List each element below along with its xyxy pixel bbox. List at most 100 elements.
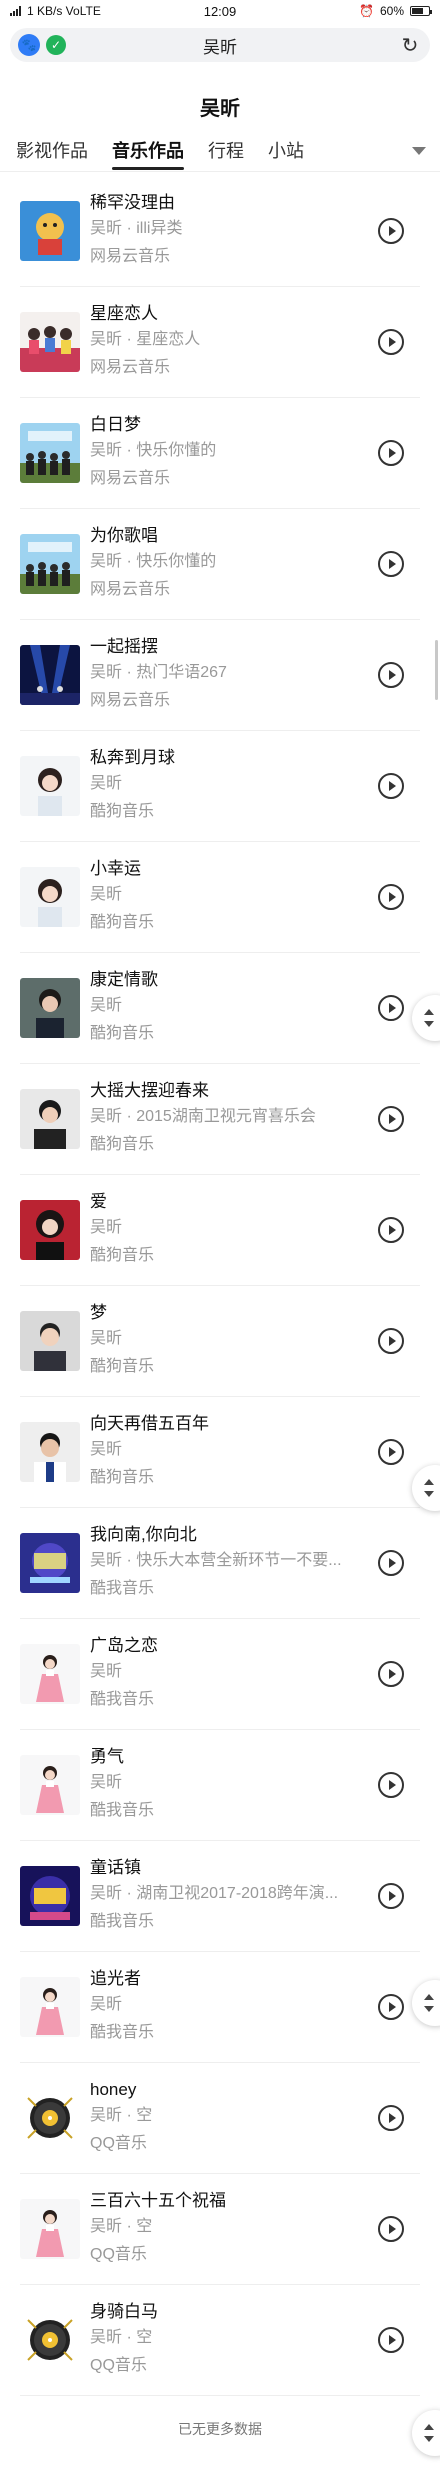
- album-cover[interactable]: [20, 645, 80, 705]
- status-bar: 1 KB/s VoLTE 12:09 ⏰ 60%: [0, 0, 440, 22]
- album-cover[interactable]: [20, 2310, 80, 2370]
- play-circle-icon[interactable]: [378, 1328, 404, 1354]
- play-circle-icon[interactable]: [378, 1661, 404, 1687]
- song-item[interactable]: 稀罕没理由 吴昕 · illi异类 网易云音乐: [20, 176, 420, 287]
- tab-music-works[interactable]: 音乐作品: [112, 130, 184, 171]
- play-circle-icon[interactable]: [378, 1217, 404, 1243]
- play-circle-icon[interactable]: [378, 773, 404, 799]
- refresh-icon[interactable]: ↻: [398, 33, 422, 57]
- song-item[interactable]: 一起摇摆 吴昕 · 热门华语267 网易云音乐: [20, 620, 420, 731]
- song-title[interactable]: 星座恋人: [90, 302, 420, 328]
- tab-station[interactable]: 小站: [268, 130, 304, 171]
- song-item[interactable]: 童话镇 吴昕 · 湖南卫视2017-2018跨年演... 酷我音乐: [20, 1841, 420, 1952]
- play-circle-icon[interactable]: [378, 1439, 404, 1465]
- scrollbar-thumb[interactable]: [435, 640, 438, 700]
- album-cover[interactable]: [20, 312, 80, 372]
- play-icon: [388, 1558, 396, 1568]
- play-circle-icon[interactable]: [378, 995, 404, 1021]
- album-cover[interactable]: [20, 867, 80, 927]
- song-title[interactable]: 童话镇: [90, 1856, 420, 1882]
- album-cover[interactable]: [20, 1755, 80, 1815]
- song-item[interactable]: 三百六十五个祝福 吴昕 · 空 QQ音乐: [20, 2174, 420, 2285]
- play-circle-icon[interactable]: [378, 1106, 404, 1132]
- album-cover[interactable]: [20, 1644, 80, 1704]
- song-title[interactable]: 身骑白马: [90, 2300, 420, 2326]
- song-title[interactable]: 勇气: [90, 1745, 420, 1771]
- song-item[interactable]: 星座恋人 吴昕 · 星座恋人 网易云音乐: [20, 287, 420, 398]
- song-title[interactable]: 为你歌唱: [90, 524, 420, 550]
- album-cover[interactable]: [20, 201, 80, 261]
- album-cover[interactable]: [20, 1200, 80, 1260]
- album-cover[interactable]: [20, 1977, 80, 2037]
- play-circle-icon[interactable]: [378, 1883, 404, 1909]
- shield-check-icon[interactable]: ✓: [46, 35, 66, 55]
- tab-film-works[interactable]: 影视作品: [16, 130, 88, 171]
- album-cover[interactable]: [20, 1866, 80, 1926]
- tab-dropdown-button[interactable]: [382, 130, 440, 171]
- song-item[interactable]: 爱吴昕 酷狗音乐: [20, 1175, 420, 1286]
- song-title[interactable]: 康定情歌: [90, 968, 420, 994]
- song-item[interactable]: 康定情歌 吴昕 酷狗音乐: [20, 953, 420, 1064]
- song-title[interactable]: 三百六十五个祝福: [90, 2189, 420, 2215]
- play-circle-icon[interactable]: [378, 2327, 404, 2353]
- song-title[interactable]: 追光者: [90, 1967, 420, 1993]
- album-cover[interactable]: [20, 423, 80, 483]
- play-circle-icon[interactable]: [378, 662, 404, 688]
- song-title[interactable]: 广岛之恋: [90, 1634, 420, 1660]
- address-bar-text[interactable]: 吴昕: [10, 33, 430, 58]
- album-cover[interactable]: [20, 534, 80, 594]
- song-title[interactable]: 梦: [90, 1301, 420, 1327]
- song-source: QQ音乐: [90, 2135, 147, 2152]
- play-circle-icon[interactable]: [378, 1550, 404, 1576]
- album-cover[interactable]: [20, 2199, 80, 2259]
- song-item[interactable]: 梦吴昕 酷狗音乐: [20, 1286, 420, 1397]
- song-title[interactable]: 小幸运: [90, 857, 420, 883]
- album-cover[interactable]: [20, 1311, 80, 1371]
- song-item[interactable]: 向天再借五百年 吴昕 酷狗音乐: [20, 1397, 420, 1508]
- album-cover[interactable]: [20, 1089, 80, 1149]
- song-item[interactable]: 勇气 吴昕 酷我音乐: [20, 1730, 420, 1841]
- song-title[interactable]: honey: [90, 2078, 420, 2104]
- song-title[interactable]: 私奔到月球: [90, 746, 420, 772]
- song-title[interactable]: 向天再借五百年: [90, 1412, 420, 1438]
- album-cover[interactable]: [20, 1533, 80, 1593]
- play-circle-icon[interactable]: [378, 440, 404, 466]
- play-circle-icon[interactable]: [378, 329, 404, 355]
- play-circle-icon[interactable]: [378, 2216, 404, 2242]
- song-item[interactable]: 追光者 吴昕 酷我音乐: [20, 1952, 420, 2063]
- tab-schedule[interactable]: 行程: [208, 130, 244, 171]
- song-item[interactable]: 小幸运 吴昕 酷狗音乐: [20, 842, 420, 953]
- play-circle-icon[interactable]: [378, 218, 404, 244]
- song-item[interactable]: honey 吴昕 · 空 QQ音乐: [20, 2063, 420, 2174]
- play-circle-icon[interactable]: [378, 2105, 404, 2131]
- play-icon: [388, 559, 396, 569]
- song-meta: 星座恋人 吴昕 · 星座恋人 网易云音乐: [90, 302, 420, 382]
- song-title[interactable]: 爱: [90, 1190, 420, 1216]
- album-cover[interactable]: [20, 2088, 80, 2148]
- song-meta: 向天再借五百年 吴昕 酷狗音乐: [90, 1412, 420, 1492]
- play-circle-icon[interactable]: [378, 551, 404, 577]
- song-title[interactable]: 稀罕没理由: [90, 191, 420, 217]
- song-title[interactable]: 大摇大摆迎春来: [90, 1079, 420, 1105]
- song-source: 网易云音乐: [90, 581, 171, 598]
- song-item[interactable]: 私奔到月球 吴昕 酷狗音乐: [20, 731, 420, 842]
- song-title[interactable]: 白日梦: [90, 413, 420, 439]
- song-title[interactable]: 我向南,你向北: [90, 1523, 420, 1549]
- song-item[interactable]: 为你歌唱 吴昕 · 快乐你懂的 网易云音乐: [20, 509, 420, 620]
- album-cover[interactable]: [20, 1422, 80, 1482]
- song-item[interactable]: 大摇大摆迎春来 吴昕 · 2015湖南卫视元宵喜乐会 酷狗音乐: [20, 1064, 420, 1175]
- song-item[interactable]: 广岛之恋 吴昕 酷我音乐: [20, 1619, 420, 1730]
- album-cover[interactable]: [20, 978, 80, 1038]
- signal-icon: [10, 6, 21, 16]
- paw-icon[interactable]: 🐾: [18, 34, 40, 56]
- song-item[interactable]: 我向南,你向北 吴昕 · 快乐大本营全新环节一不要... 酷我音乐: [20, 1508, 420, 1619]
- play-circle-icon[interactable]: [378, 1772, 404, 1798]
- address-bar[interactable]: 🐾 ✓ 吴昕 ↻: [10, 28, 430, 62]
- song-item[interactable]: 白日梦 吴昕 · 快乐你懂的 网易云音乐: [20, 398, 420, 509]
- play-icon: [388, 226, 396, 236]
- song-title[interactable]: 一起摇摆: [90, 635, 420, 661]
- song-item[interactable]: 身骑白马 吴昕 · 空 QQ音乐: [20, 2285, 420, 2396]
- album-cover[interactable]: [20, 756, 80, 816]
- play-circle-icon[interactable]: [378, 884, 404, 910]
- play-circle-icon[interactable]: [378, 1994, 404, 2020]
